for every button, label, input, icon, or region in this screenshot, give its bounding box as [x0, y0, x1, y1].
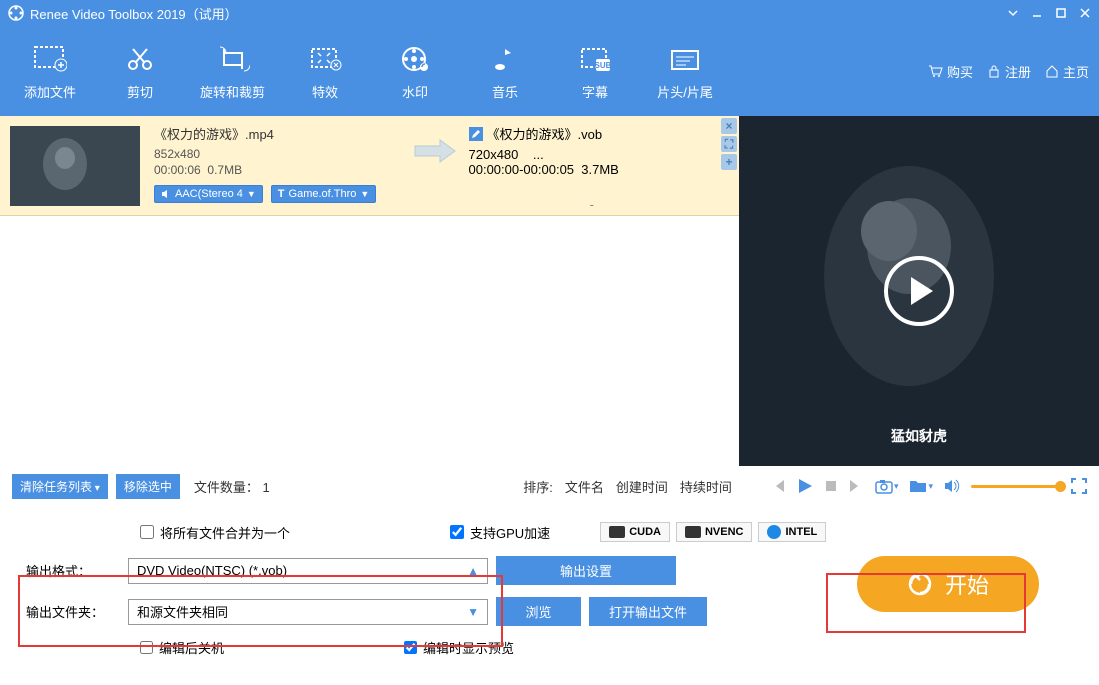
output-folder-label: 输出文件夹：: [20, 602, 120, 621]
subtitle-track-selector[interactable]: TGame.of.Thro▼: [271, 185, 377, 203]
source-duration: 00:00:06 0.7MB: [154, 163, 401, 177]
preview-pane: 猛如豺虎: [739, 116, 1099, 466]
nvidia-icon: [609, 526, 625, 538]
fullscreen-button[interactable]: [1071, 478, 1087, 494]
edit-icon[interactable]: [469, 127, 483, 141]
play-control-button[interactable]: [796, 477, 814, 495]
output-folder-select[interactable]: 和源文件夹相同▼: [128, 599, 488, 625]
maximize-icon[interactable]: [1055, 7, 1067, 19]
source-filename: 《权力的游戏》.mp4: [154, 124, 401, 143]
toolbar-label: 片头/片尾: [657, 82, 713, 101]
svg-text:SUB: SUB: [595, 61, 612, 70]
toolbar-effects[interactable]: 特效: [295, 42, 355, 101]
output-format-label: 输出格式：: [20, 561, 120, 580]
video-thumbnail[interactable]: ■■■■: [10, 126, 140, 206]
crop-rotate-icon: [216, 42, 250, 76]
task-row[interactable]: ■■■■ 《权力的游戏》.mp4 852x480 00:00:06 0.7MB …: [0, 116, 739, 216]
film-add-icon: [33, 42, 67, 76]
scissors-icon: [123, 42, 157, 76]
chevron-down-icon: ▼: [467, 605, 479, 619]
nvenc-badge: NVENC: [676, 522, 753, 542]
toolbar-label: 特效: [312, 82, 338, 101]
preview-subtitle: 猛如豺虎: [891, 426, 947, 446]
toolbar-rotate-crop[interactable]: 旋转和裁剪: [200, 42, 265, 101]
sort-by-name[interactable]: 文件名: [565, 477, 604, 496]
next-button[interactable]: [848, 478, 864, 494]
volume-button[interactable]: [943, 478, 961, 494]
clear-tasks-button[interactable]: 清除任务列表: [12, 474, 108, 499]
toolbar-cut[interactable]: 剪切: [110, 42, 170, 101]
volume-slider[interactable]: [971, 485, 1061, 488]
conversion-arrow-icon: [405, 86, 465, 215]
output-settings-button[interactable]: 输出设置: [496, 556, 676, 585]
toolbar-subtitle[interactable]: SUB 字幕: [565, 42, 625, 101]
app-logo-icon: [8, 5, 24, 21]
task-list: ■■■■ 《权力的游戏》.mp4 852x480 00:00:06 0.7MB …: [0, 116, 739, 466]
toolbar-music[interactable]: 音乐: [475, 42, 535, 101]
add-task-button[interactable]: +: [721, 154, 737, 170]
dropdown-icon[interactable]: [1007, 7, 1019, 19]
effects-icon: [308, 42, 342, 76]
buy-link[interactable]: 购买: [927, 62, 973, 81]
speaker-icon: [161, 189, 171, 199]
title-card-icon: [668, 42, 702, 76]
toolbar-add-file[interactable]: 添加文件: [20, 42, 80, 101]
music-icon: [488, 42, 522, 76]
toolbar-label: 旋转和裁剪: [200, 82, 265, 101]
output-dash: -: [469, 197, 716, 212]
lock-icon: [987, 64, 1001, 78]
cuda-badge: CUDA: [600, 522, 670, 542]
open-output-folder-button[interactable]: 打开输出文件: [589, 597, 707, 626]
play-icon: [911, 277, 933, 305]
home-icon: [1045, 64, 1059, 78]
browse-button[interactable]: 浏览: [496, 597, 581, 626]
toolbar-label: 添加文件: [24, 82, 76, 101]
minimize-icon[interactable]: [1031, 7, 1043, 19]
audio-track-selector[interactable]: AAC(Stereo 4▼: [154, 185, 263, 203]
shutdown-after-checkbox[interactable]: 编辑后关机: [140, 638, 224, 657]
stop-button[interactable]: [824, 479, 838, 493]
sort-by-created[interactable]: 创建时间: [616, 477, 668, 496]
subtitle-icon: SUB: [578, 42, 612, 76]
gpu-accel-checkbox[interactable]: 支持GPU加速: [450, 523, 550, 542]
output-duration: 00:00:00-00:00:05 3.7MB: [469, 162, 716, 177]
home-link[interactable]: 主页: [1045, 62, 1089, 81]
main-toolbar: 添加文件 剪切 旋转和裁剪 特效 水印 音乐 SUB 字幕 片头/片尾: [0, 26, 1099, 116]
sort-label: 排序:: [523, 477, 553, 496]
chevron-up-icon: ▲: [467, 564, 479, 578]
prev-button[interactable]: [770, 478, 786, 494]
source-resolution: 852x480: [154, 147, 401, 161]
intel-badge: INTEL: [758, 522, 826, 542]
settings-panel: 将所有文件合并为一个 支持GPU加速 CUDA NVENC INTEL 输出格式…: [0, 506, 1099, 685]
app-title: Renee Video Toolbox 2019（试用）: [30, 4, 1007, 23]
nvidia-icon: [685, 526, 701, 538]
merge-all-checkbox[interactable]: 将所有文件合并为一个: [140, 523, 290, 542]
toolbar-label: 音乐: [492, 82, 518, 101]
cart-icon: [927, 64, 943, 78]
remove-task-button[interactable]: ×: [721, 118, 737, 134]
remove-selected-button[interactable]: 移除选中: [116, 474, 180, 499]
text-icon: T: [278, 188, 285, 200]
snapshot-button[interactable]: ▾: [874, 478, 899, 494]
output-resolution: 720x480 ...: [469, 147, 716, 162]
play-button[interactable]: [884, 256, 954, 326]
sort-by-duration[interactable]: 持续时间: [680, 477, 732, 496]
intel-icon: [767, 525, 781, 539]
close-icon[interactable]: [1079, 7, 1091, 19]
open-folder-button[interactable]: ▾: [908, 478, 933, 494]
register-link[interactable]: 注册: [987, 62, 1031, 81]
expand-task-button[interactable]: ⛶: [721, 136, 737, 152]
refresh-icon: [907, 571, 933, 597]
watermark-icon: [398, 42, 432, 76]
control-bar: 清除任务列表 移除选中 文件数量： 1 排序: 文件名 创建时间 持续时间 ▾ …: [0, 466, 1099, 506]
toolbar-label: 剪切: [127, 82, 153, 101]
file-count-label: 文件数量： 1: [194, 477, 270, 496]
preview-while-editing-checkbox[interactable]: 编辑时显示预览: [404, 638, 514, 657]
start-button[interactable]: 开始: [857, 556, 1039, 612]
toolbar-label: 字幕: [582, 82, 608, 101]
output-format-select[interactable]: DVD Video(NTSC) (*.vob)▲: [128, 558, 488, 584]
titlebar: Renee Video Toolbox 2019（试用）: [0, 0, 1099, 26]
toolbar-intro-outro[interactable]: 片头/片尾: [655, 42, 715, 101]
output-filename: 《权力的游戏》.vob: [487, 124, 603, 143]
